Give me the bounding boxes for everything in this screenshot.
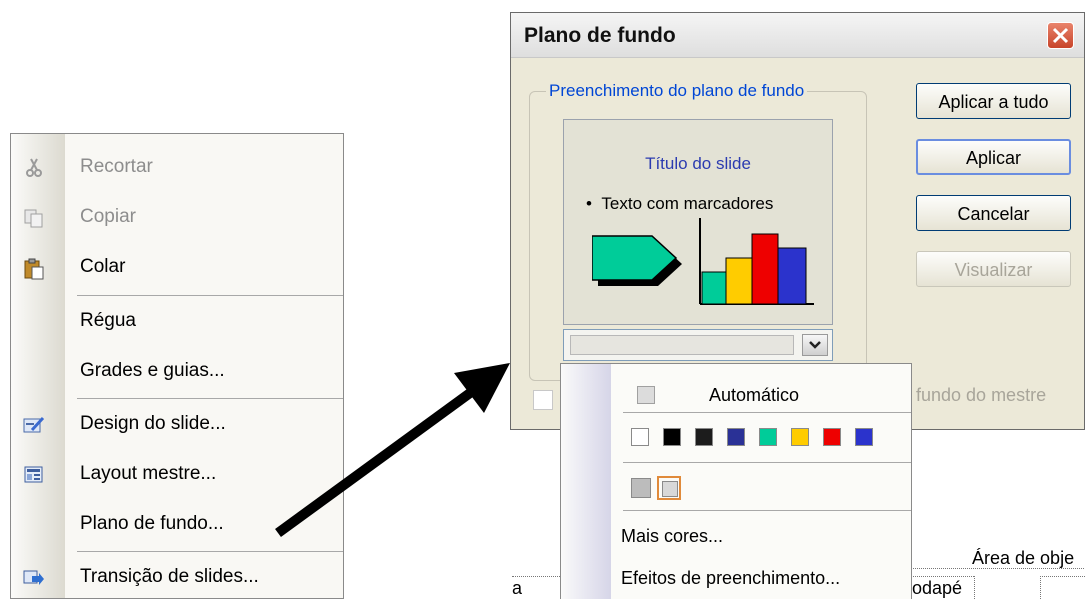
close-button[interactable] [1047,22,1074,49]
preview-bar-chart [699,218,814,305]
color-swatch[interactable] [759,428,777,446]
menu-item-label: Colar [80,256,126,277]
color-swatch[interactable] [631,428,649,446]
fill-color-field[interactable] [570,335,794,355]
slide-design-icon [23,415,45,435]
bullet-icon: • [586,194,602,213]
omit-master-label: fundo do mestre [916,385,1047,405]
dropdown-separator [623,462,911,463]
footer-placeholder-label: odapé [912,578,963,598]
menu-item-label: Plano de fundo... [80,513,224,534]
footer-placeholder-border [908,576,974,577]
menu-item-label: Recortar [80,156,153,177]
fill-effects-item[interactable]: Efeitos de preenchimento... [621,568,840,589]
preview-bullet-text: Texto com marcadores [601,194,774,213]
color-swatch[interactable] [823,428,841,446]
color-swatch[interactable] [791,428,809,446]
close-icon [1052,27,1069,44]
preview-arrow-shape [592,235,682,286]
menu-item-cut[interactable]: Recortar [11,142,343,192]
menu-item-ruler[interactable]: Régua [11,296,343,346]
dropdown-separator [623,412,911,413]
chevron-down-icon [809,341,821,349]
dialog-title: Plano de fundo [524,24,676,47]
preview-bullet: • Texto com marcadores [586,194,773,214]
apply-button[interactable]: Aplicar [916,139,1071,175]
dialog-titlebar: Plano de fundo [511,13,1084,58]
scissors-icon [23,158,45,178]
color-swatch[interactable] [663,428,681,446]
pointer-arrow [275,363,510,538]
dropdown-separator [623,510,911,511]
placeholder-border [1040,576,1085,577]
placeholder-border [512,576,562,577]
omit-master-checkbox[interactable] [533,390,553,410]
paste-icon [23,258,45,280]
menu-item-label: Transição de slides... [80,566,259,587]
left-placeholder-label: a [512,578,523,598]
automatic-swatch [637,386,655,404]
placeholder-border [908,568,1084,569]
recent-color-fill [662,481,678,497]
color-dropdown: Automático Mais cores... Efeitos de pree… [560,363,912,599]
placeholder-border [1040,576,1041,599]
slide-preview: Título do slide • Texto com marcadores [563,119,833,325]
menu-item-label: Grades e guias... [80,360,225,381]
color-swatch[interactable] [695,428,713,446]
color-swatch[interactable] [855,428,873,446]
fill-color-combo[interactable] [563,329,833,361]
cancel-button[interactable]: Cancelar [916,195,1071,231]
placeholder-border [974,576,975,599]
master-layout-icon [23,465,45,485]
menu-item-label: Design do slide... [80,413,226,434]
menu-item-label: Layout mestre... [80,463,217,484]
recent-color-swatch-selected[interactable] [657,476,681,500]
automatic-label: Automático [709,385,800,405]
slide-transition-icon [23,568,45,588]
color-swatch[interactable] [727,428,745,446]
more-colors-item[interactable]: Mais cores... [621,526,723,547]
recent-color-swatch[interactable] [631,478,651,498]
menu-item-label: Régua [80,310,136,331]
preview-slide-title: Título do slide [645,154,751,173]
fill-group-label: Preenchimento do plano de fundo [546,81,808,101]
menu-item-paste[interactable]: Colar [11,242,343,292]
apply-all-button[interactable]: Aplicar a tudo [916,83,1071,119]
dropdown-stripe [561,364,611,599]
object-area-label: Área de obje [972,548,1075,568]
dropdown-button[interactable] [802,334,828,356]
preview-button[interactable]: Visualizar [916,251,1071,287]
copy-icon [23,208,45,228]
menu-item-copy[interactable]: Copiar [11,192,343,242]
menu-item-slide-transition[interactable]: Transição de slides... [11,552,343,598]
menu-item-label: Copiar [80,206,136,227]
